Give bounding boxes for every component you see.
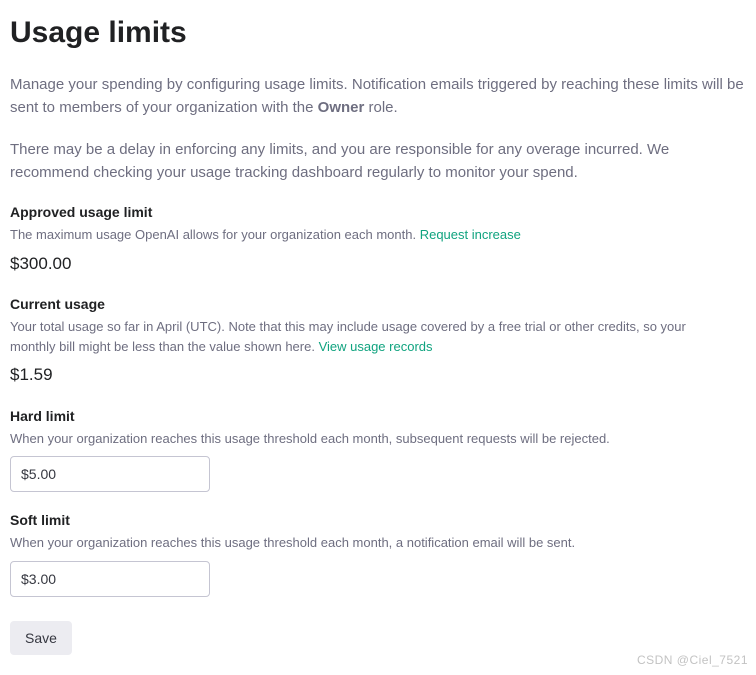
approved-limit-section: Approved usage limit The maximum usage O… <box>10 202 746 276</box>
save-button[interactable]: Save <box>10 621 72 655</box>
desc1-bold: Owner <box>318 99 365 116</box>
description-paragraph-2: There may be a delay in enforcing any li… <box>10 138 746 185</box>
desc1-post: role. <box>364 99 397 116</box>
current-usage-title: Current usage <box>10 294 746 315</box>
page-title: Usage limits <box>10 10 746 55</box>
approved-limit-subtext: The maximum usage OpenAI allows for your… <box>10 227 420 242</box>
approved-limit-title: Approved usage limit <box>10 202 746 223</box>
soft-limit-input[interactable] <box>10 561 210 597</box>
hard-limit-section: Hard limit When your organization reache… <box>10 406 746 493</box>
view-usage-records-link[interactable]: View usage records <box>319 339 433 354</box>
current-usage-value: $1.59 <box>10 362 746 388</box>
watermark-text: CSDN @Ciel_7521 <box>637 651 748 669</box>
approved-limit-subtitle: The maximum usage OpenAI allows for your… <box>10 225 730 245</box>
hard-limit-title: Hard limit <box>10 406 746 427</box>
current-usage-section: Current usage Your total usage so far in… <box>10 294 746 388</box>
approved-limit-value: $300.00 <box>10 251 746 277</box>
current-usage-subtitle: Your total usage so far in April (UTC). … <box>10 317 730 356</box>
hard-limit-input[interactable] <box>10 456 210 492</box>
soft-limit-section: Soft limit When your organization reache… <box>10 510 746 597</box>
description-paragraph-1: Manage your spending by configuring usag… <box>10 73 746 120</box>
soft-limit-subtitle: When your organization reaches this usag… <box>10 533 730 553</box>
hard-limit-subtitle: When your organization reaches this usag… <box>10 429 730 449</box>
request-increase-link[interactable]: Request increase <box>420 227 521 242</box>
soft-limit-title: Soft limit <box>10 510 746 531</box>
